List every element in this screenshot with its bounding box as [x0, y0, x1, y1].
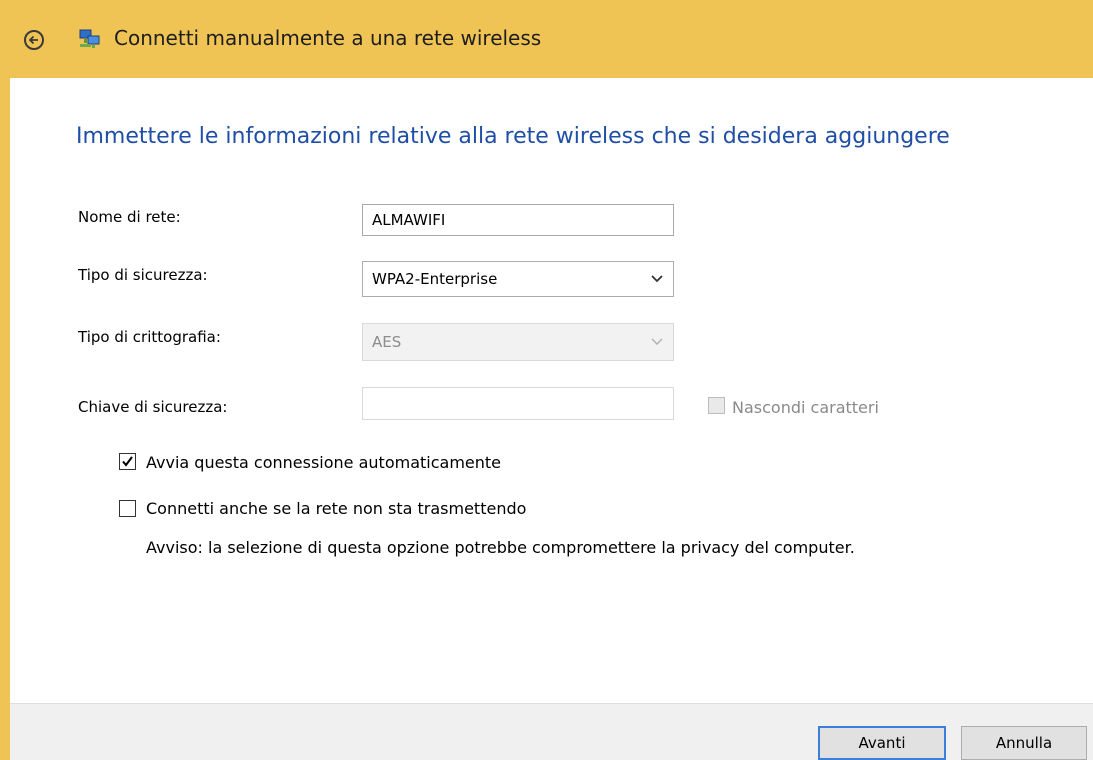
window-border — [0, 78, 10, 760]
cancel-button[interactable]: Annulla — [961, 726, 1087, 760]
network-name-value: ALMAWIFI — [372, 211, 446, 229]
hide-characters-label: Nascondi caratteri — [732, 398, 879, 417]
page-heading: Immettere le informazioni relative alla … — [76, 124, 950, 149]
connect-hidden-checkbox[interactable] — [119, 500, 136, 517]
back-button[interactable] — [24, 30, 44, 50]
network-icon — [79, 29, 100, 48]
chevron-down-icon — [651, 338, 663, 345]
window-title: Connetti manualmente a una rete wireless — [114, 26, 542, 50]
connect-hidden-label: Connetti anche se la rete non sta trasme… — [146, 499, 527, 518]
back-arrow-icon — [28, 35, 38, 45]
auto-connect-checkbox[interactable] — [119, 453, 136, 470]
network-name-label: Nome di rete: — [78, 208, 181, 226]
auto-connect-label: Avvia questa connessione automaticamente — [146, 453, 502, 472]
privacy-warning: Avviso: la selezione di questa opzione p… — [146, 538, 855, 557]
security-type-value: WPA2-Enterprise — [372, 270, 498, 288]
encryption-type-value: AES — [372, 333, 402, 351]
next-button[interactable]: Avanti — [818, 726, 946, 760]
network-name-input[interactable]: ALMAWIFI — [362, 204, 674, 236]
checkmark-icon — [122, 456, 133, 467]
security-key-label: Chiave di sicurezza: — [78, 398, 228, 416]
security-type-select[interactable]: WPA2-Enterprise — [362, 261, 674, 297]
encryption-type-label: Tipo di crittografia: — [78, 328, 221, 346]
encryption-type-select[interactable]: AES — [362, 323, 674, 361]
chevron-down-icon — [651, 275, 663, 283]
wireless-setup-window: Connetti manualmente a una rete wireless… — [0, 0, 1093, 760]
security-type-label: Tipo di sicurezza: — [78, 266, 208, 284]
hide-characters-checkbox[interactable] — [708, 397, 725, 414]
security-key-input[interactable] — [362, 387, 674, 420]
